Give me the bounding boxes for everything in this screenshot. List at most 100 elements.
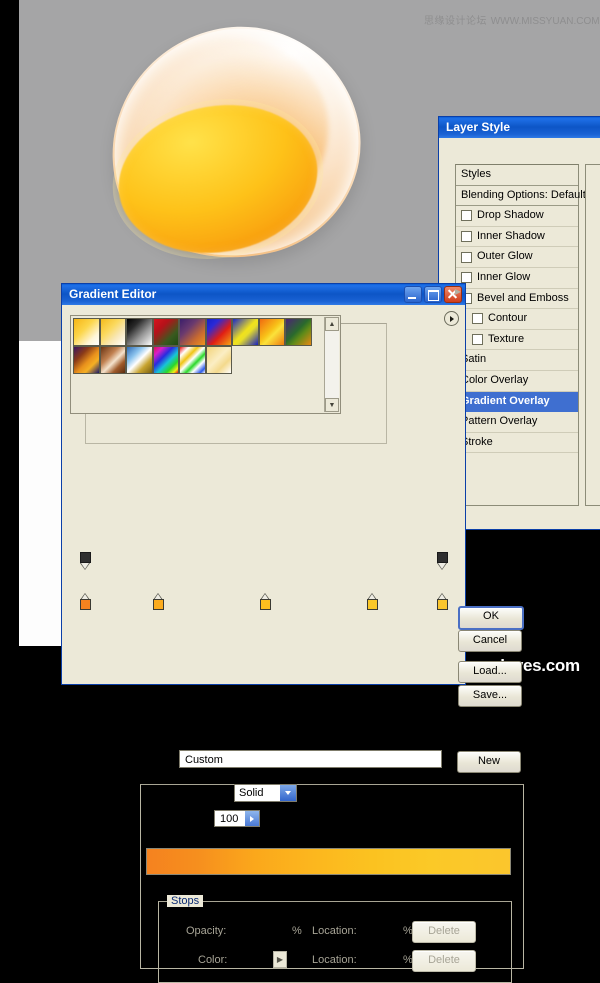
layer-style-item-label: Inner Glow: [477, 270, 531, 283]
opacity-location-label: Location:: [312, 925, 357, 937]
checkbox-outer-glow[interactable]: [461, 251, 472, 263]
color-stop-swatch: [80, 599, 91, 610]
smoothness-input[interactable]: 100: [214, 810, 260, 827]
scroll-down-icon[interactable]: ▼: [325, 398, 339, 412]
layer-style-titlebar[interactable]: Layer Style: [439, 117, 600, 138]
preset-swatch-gold-to-transparent[interactable]: [99, 318, 126, 346]
preset-swatch-grid[interactable]: [73, 318, 322, 411]
layer-style-item-label: Pattern Overlay: [461, 415, 538, 428]
opacity-slider-arrow-icon[interactable]: ▶: [451, 284, 465, 299]
layer-style-item-drop-shadow[interactable]: Drop Shadow: [456, 206, 578, 227]
preset-swatch-red-to-green[interactable]: [152, 318, 179, 346]
layer-style-item-blending-options-default[interactable]: Blending Options: Default: [456, 185, 586, 207]
layer-style-item-label: Color Overlay: [461, 373, 529, 386]
preset-swatch-violet-to-orange[interactable]: [179, 318, 206, 346]
preset-swatch-blue-red-yellow[interactable]: [205, 318, 232, 346]
opacity-stop-swatch: [80, 552, 91, 563]
layer-style-item-label: Gradient Overlay: [461, 394, 550, 407]
preset-swatch-foreground-to-transparent-gold[interactable]: [73, 318, 100, 346]
checkbox-inner-glow[interactable]: [461, 272, 472, 284]
preset-swatch-violet-orange[interactable]: [73, 346, 100, 374]
stops-legend: Stops: [167, 895, 204, 907]
presets-menu-icon[interactable]: [444, 311, 459, 326]
layer-style-item-label: Styles: [461, 168, 491, 180]
layer-style-options-pane: [585, 164, 600, 506]
color-delete-button[interactable]: Delete: [412, 950, 476, 972]
cancel-button[interactable]: Cancel: [458, 630, 522, 652]
layer-style-item-texture[interactable]: Texture: [456, 330, 578, 351]
scroll-up-icon[interactable]: ▲: [325, 317, 339, 331]
layer-style-item-label: Blending Options: Default: [461, 188, 586, 201]
layer-style-item-contour[interactable]: Contour: [456, 309, 578, 330]
opacity-stop-right[interactable]: [437, 552, 448, 570]
layer-style-item-label: Outer Glow: [477, 250, 533, 263]
gradient-editor-title: Gradient Editor: [69, 287, 157, 301]
opacity-stop-swatch: [437, 552, 448, 563]
layer-style-item-pattern-overlay[interactable]: Pattern Overlay: [456, 412, 578, 433]
gradient-preview-bar[interactable]: [146, 848, 511, 875]
opacity-delete-button[interactable]: Delete: [412, 921, 476, 943]
load-button[interactable]: Load...: [458, 661, 522, 683]
ok-button[interactable]: OK: [458, 606, 524, 630]
preset-swatch-blue-yellow-blue[interactable]: [232, 318, 259, 346]
layer-style-item-label: Texture: [488, 332, 525, 345]
maximize-icon[interactable]: [424, 286, 442, 303]
preset-swatch-spectrum[interactable]: [152, 346, 179, 374]
presets-scrollbar[interactable]: ▲ ▼: [324, 317, 339, 412]
color-picker-arrow-icon[interactable]: ▶: [273, 951, 287, 968]
new-button[interactable]: New: [457, 751, 521, 773]
color-stop-1[interactable]: [80, 593, 91, 610]
color-stop-3[interactable]: [260, 593, 271, 610]
color-stop-swatch: [437, 599, 448, 610]
layer-style-item-label: Contour: [488, 312, 528, 325]
preset-swatch-copper[interactable]: [99, 346, 126, 374]
opacity-stop-left[interactable]: [80, 552, 91, 570]
layer-style-item-label: Bevel and Emboss: [477, 291, 569, 304]
color-stop-swatch: [367, 599, 378, 610]
smoothness-slider-arrow-icon[interactable]: [245, 811, 259, 826]
preset-swatch-black-to-white[interactable]: [126, 318, 153, 346]
layer-style-item-styles[interactable]: Styles: [456, 165, 578, 186]
preset-swatch-transparent-rainbow[interactable]: [179, 346, 206, 374]
layer-style-item-inner-shadow[interactable]: Inner Shadow: [456, 227, 578, 248]
gradient-type-value: Solid: [239, 786, 264, 799]
gradient-editor-titlebar[interactable]: Gradient Editor: [62, 284, 465, 305]
presets-listbox[interactable]: ▲ ▼: [70, 315, 341, 414]
color-stop-5[interactable]: [437, 593, 448, 610]
layer-style-item-gradient-overlay[interactable]: Gradient Overlay: [456, 391, 578, 413]
preset-swatch-transparent-stripes[interactable]: [205, 346, 232, 374]
layer-style-item-stroke[interactable]: Stroke: [456, 433, 578, 454]
preset-swatch-orange-yellow-orange[interactable]: [258, 318, 285, 346]
preset-swatch-violet-green-orange[interactable]: [285, 318, 312, 346]
layer-style-item-inner-glow[interactable]: Inner Glow: [456, 268, 578, 289]
opacity-unit: %: [292, 925, 302, 937]
watermark-top-cn: 思缘设计论坛: [424, 16, 487, 27]
layer-style-effect-list[interactable]: Styles Blending Options: Default Drop Shad…: [455, 164, 586, 506]
opacity-stop-pointer-fill: [438, 563, 446, 569]
preset-swatch-chrome[interactable]: [126, 346, 153, 374]
minimize-icon[interactable]: [404, 286, 422, 303]
layer-style-item-color-overlay[interactable]: Color Overlay: [456, 371, 578, 392]
checkbox-drop-shadow[interactable]: [461, 210, 472, 222]
layer-style-item-outer-glow[interactable]: Outer Glow: [456, 247, 578, 268]
layer-style-item-label: Inner Shadow: [477, 229, 545, 242]
layer-style-item-bevel-and-emboss[interactable]: Bevel and Emboss: [456, 289, 578, 310]
eggshell-artwork: [87, 2, 383, 284]
checkbox-texture[interactable]: [472, 334, 483, 346]
name-input[interactable]: Custom: [179, 750, 442, 768]
opacity-label: Opacity:: [186, 925, 227, 937]
gradient-type-select[interactable]: Solid: [234, 784, 297, 802]
smoothness-value: 100: [220, 813, 239, 825]
save-button[interactable]: Save...: [458, 685, 522, 707]
checkbox-contour[interactable]: [472, 313, 483, 325]
smoothness-label: Smoothness:: [141, 814, 206, 826]
layer-style-item-satin[interactable]: Satin: [456, 350, 578, 371]
chevron-down-icon[interactable]: [280, 785, 296, 801]
gradient-type-label: Gradient Type:: [157, 787, 229, 799]
color-stop-2[interactable]: [153, 593, 164, 610]
watermark-top: 思缘设计论坛 WWW.MISSYUAN.COM: [424, 12, 600, 27]
checkbox-inner-shadow[interactable]: [461, 231, 472, 243]
color-stop-4[interactable]: [367, 593, 378, 610]
color-label: Color:: [198, 954, 228, 966]
color-stop-swatch: [153, 599, 164, 610]
